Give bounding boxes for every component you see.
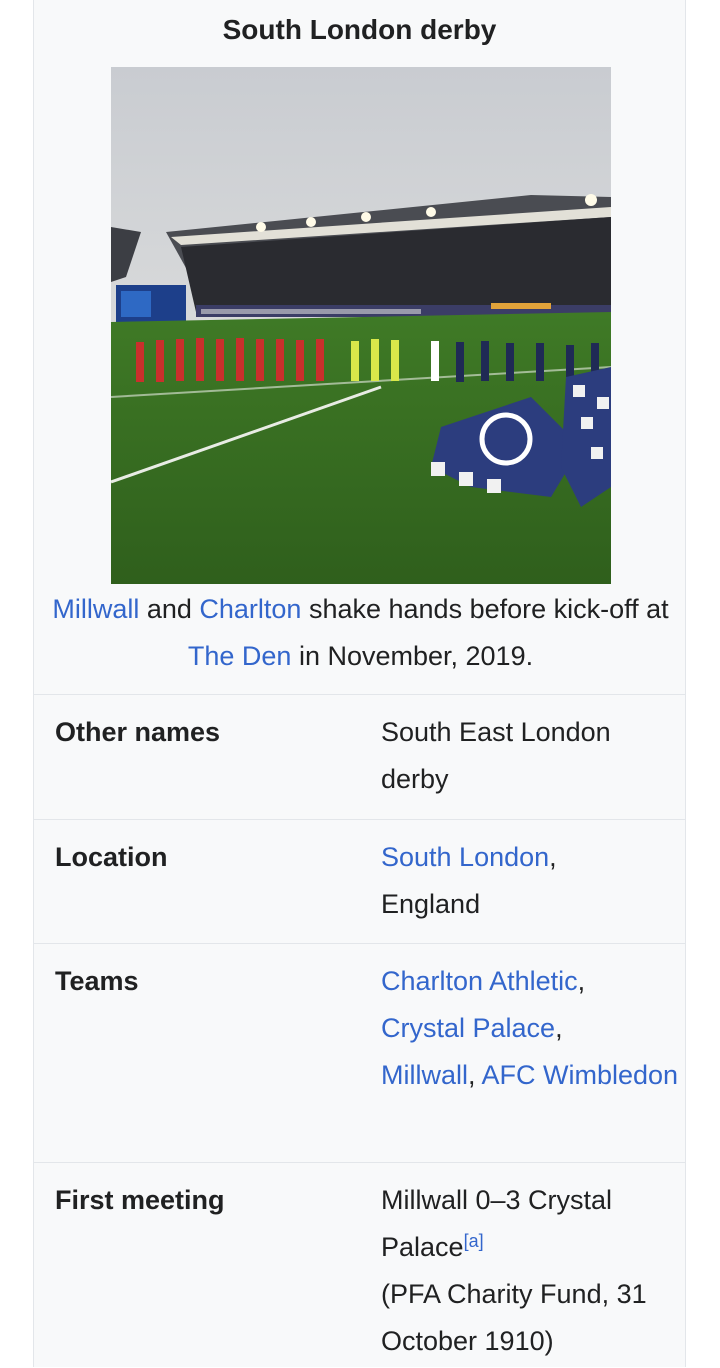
link-charlton[interactable]: Charlton: [199, 594, 301, 624]
link-south-london[interactable]: South London: [381, 842, 549, 872]
row-teams: Teams Charlton Athletic, Crystal Palace, M…: [34, 943, 685, 1163]
link-crystal-palace[interactable]: Crystal Palace: [381, 1013, 555, 1043]
link-afc-wimbledon[interactable]: AFC Wimbledon: [482, 1060, 679, 1090]
row-label-other-names: Other names: [55, 717, 221, 747]
row-value-other-names: South East London derby: [381, 717, 611, 794]
row-first-meeting: First meeting Millwall 0–3 Crystal Palac…: [34, 1162, 685, 1368]
teams-sep-3: ,: [468, 1060, 482, 1090]
row-label-teams: Teams: [55, 966, 139, 996]
teams-sep-1: ,: [577, 966, 586, 996]
link-millwall-team[interactable]: Millwall: [381, 1060, 468, 1090]
first-meeting-result: Millwall 0–3 Crystal Palace: [381, 1185, 613, 1262]
match-photo[interactable]: [111, 67, 611, 584]
row-value-first-meeting: Millwall 0–3 Crystal Palace[a] (PFA Chari…: [381, 1177, 681, 1365]
location-sep: ,: [549, 842, 557, 872]
link-millwall[interactable]: Millwall: [52, 594, 139, 624]
teams-sep-2: ,: [555, 1013, 563, 1043]
row-value-location: South London, England: [381, 834, 681, 928]
row-label-location: Location: [55, 842, 168, 872]
caption-text-and: and: [139, 594, 200, 624]
footnote-a-link[interactable]: [a]: [464, 1231, 484, 1251]
link-the-den[interactable]: The Den: [188, 641, 292, 671]
row-value-teams: Charlton Athletic, Crystal Palace, Millwal…: [381, 958, 681, 1099]
location-country: England: [381, 889, 481, 919]
link-charlton-athletic[interactable]: Charlton Athletic: [381, 966, 578, 996]
first-meeting-details: (PFA Charity Fund, 31 October 1910): [381, 1279, 647, 1356]
infobox: South London derby Millwall and Charlton…: [33, 0, 686, 1367]
infobox-title: South London derby: [222, 14, 497, 45]
row-location: Location South London, England: [34, 819, 685, 944]
row-other-names: Other names South East London derby: [34, 694, 685, 820]
image-caption: Millwall and Charlton shake hands before…: [48, 586, 673, 680]
row-label-first-meeting: First meeting: [55, 1185, 225, 1215]
caption-text-middle: shake hands before kick-off at: [301, 594, 669, 624]
caption-text-end: in November, 2019.: [291, 641, 534, 671]
